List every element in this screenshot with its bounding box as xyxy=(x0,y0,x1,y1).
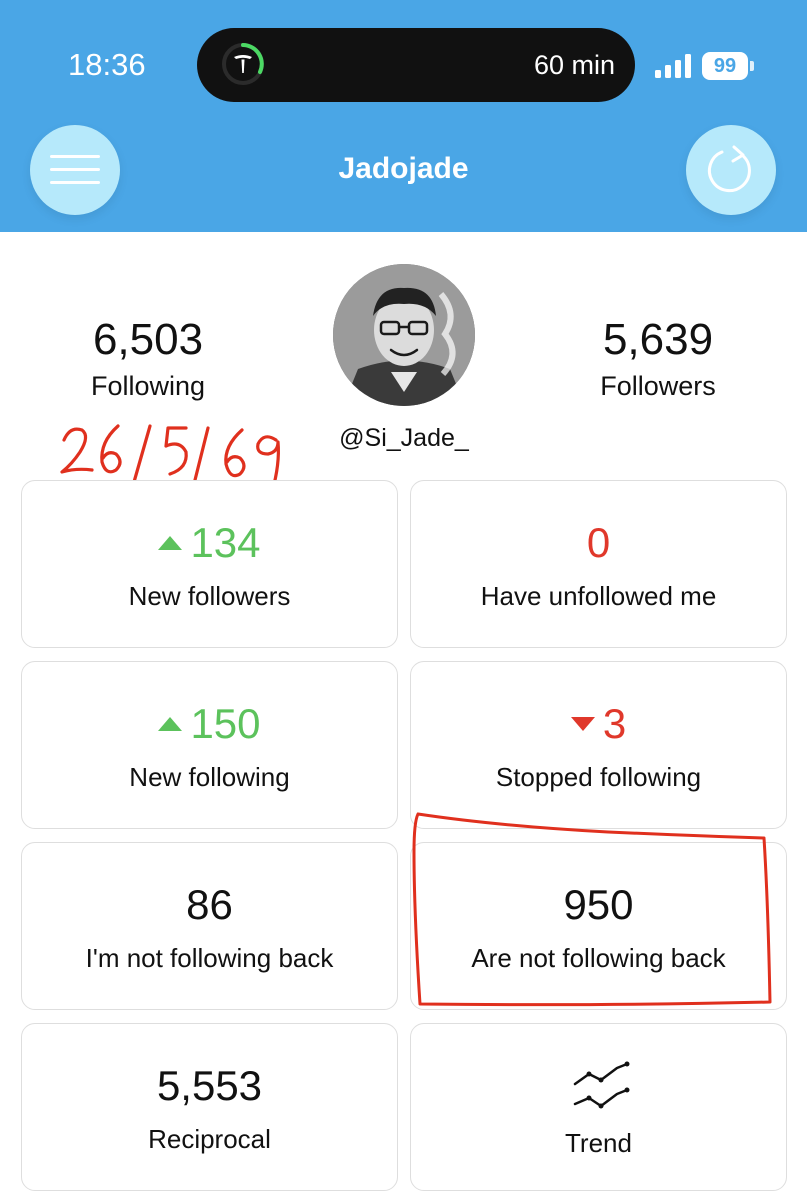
battery-level: 99 xyxy=(713,55,737,77)
not-following-back-value: 86 xyxy=(186,881,233,928)
handdrawn-highlight-box xyxy=(412,812,772,1007)
trend-card[interactable]: Trend xyxy=(410,1023,787,1191)
dynamic-island[interactable]: 60 min xyxy=(197,28,635,102)
decrease-arrow-icon xyxy=(570,717,595,731)
stopped-following-value: 3 xyxy=(602,700,627,747)
battery-icon: 99 xyxy=(702,52,754,80)
increase-arrow-icon xyxy=(158,536,183,550)
following-count: 6,503 xyxy=(92,315,204,364)
reciprocal-value: 5,553 xyxy=(156,1062,263,1109)
username: @Si_Jade_ xyxy=(339,424,469,452)
followers-stat[interactable]: 5,639 Followers xyxy=(558,315,758,402)
have-unfollowed-label: Have unfollowed me xyxy=(480,581,717,611)
new-following-card[interactable]: 150 New following xyxy=(21,661,398,829)
new-followers-label: New followers xyxy=(128,581,291,611)
reciprocal-card[interactable]: 5,553 Reciprocal xyxy=(21,1023,398,1191)
have-unfollowed-card[interactable]: 0 Have unfollowed me xyxy=(410,480,787,648)
new-followers-card[interactable]: 134 New followers xyxy=(21,480,398,648)
refresh-icon xyxy=(707,145,751,193)
not-following-back-label: I'm not following back xyxy=(85,943,334,973)
app-header: 18:36 60 min 99 Jadojade xyxy=(0,0,807,232)
new-following-label: New following xyxy=(129,762,290,792)
live-activity-text: 60 min xyxy=(533,50,615,80)
not-following-back-card[interactable]: 86 I'm not following back xyxy=(21,842,398,1010)
trend-chart-icon xyxy=(573,1061,630,1109)
status-time: 18:36 xyxy=(68,47,146,82)
following-stat[interactable]: 6,503 Following xyxy=(48,315,248,402)
cellular-signal-icon xyxy=(655,54,691,78)
new-followers-value: 134 xyxy=(190,519,261,566)
increase-arrow-icon xyxy=(158,717,183,731)
followers-count: 5,639 xyxy=(602,315,714,364)
avatar-caricature xyxy=(333,264,475,406)
new-following-value: 150 xyxy=(190,700,261,747)
following-label: Following xyxy=(90,371,206,401)
have-unfollowed-value: 0 xyxy=(586,519,611,566)
avatar[interactable] xyxy=(333,264,475,406)
stopped-following-label: Stopped following xyxy=(495,762,702,792)
reciprocal-label: Reciprocal xyxy=(148,1124,271,1154)
refresh-button[interactable] xyxy=(686,125,776,215)
trend-label: Trend xyxy=(565,1128,632,1158)
followers-label: Followers xyxy=(600,371,716,401)
tesla-charging-icon xyxy=(222,43,264,85)
